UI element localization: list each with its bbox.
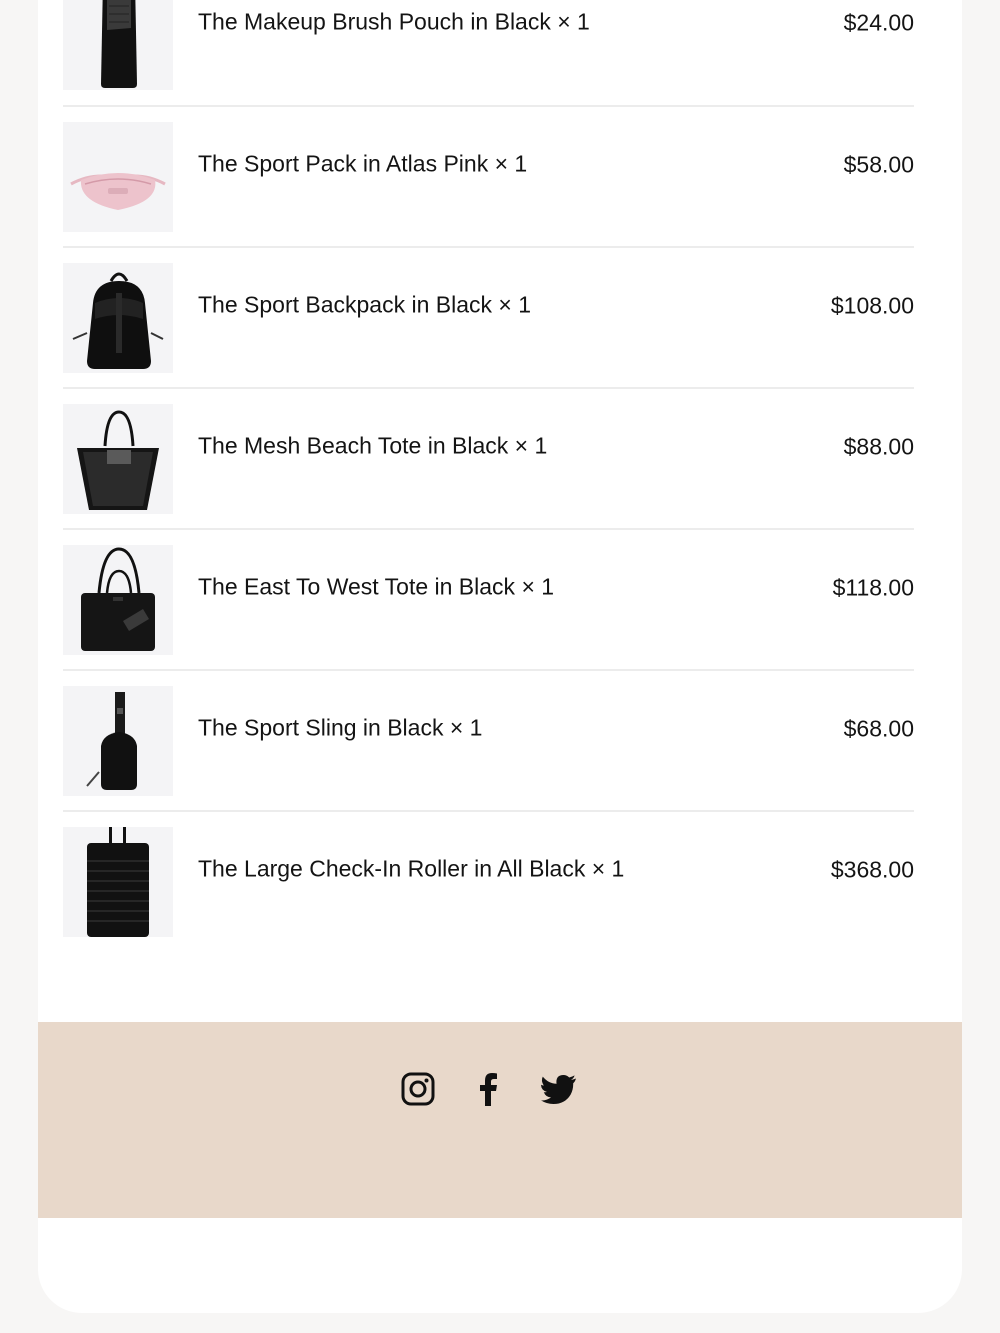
line-item: The Large Check-In Roller in All Black ×…: [63, 827, 914, 968]
divider: [63, 105, 914, 107]
line-item: The Makeup Brush Pouch in Black × 1 $24.…: [63, 0, 914, 121]
product-image[interactable]: [63, 827, 173, 937]
line-item: The Sport Backpack in Black × 1 $108.00: [63, 263, 914, 404]
product-image[interactable]: [63, 404, 173, 514]
line-item: The East To West Tote in Black × 1 $118.…: [63, 545, 914, 686]
east-to-west-tote-image: [81, 547, 155, 651]
instagram-icon[interactable]: [399, 1070, 437, 1108]
large-check-in-roller-image: [87, 827, 149, 937]
item-price: $118.00: [832, 574, 914, 601]
item-price: $88.00: [843, 433, 914, 460]
item-price: $108.00: [830, 292, 914, 319]
makeup-brush-pouch-image: [101, 0, 137, 88]
divider: [63, 669, 914, 671]
item-name: The Large Check-In Roller in All Black ×…: [198, 855, 625, 882]
product-image[interactable]: [63, 263, 173, 373]
sport-sling-image: [86, 692, 137, 790]
item-name: The Mesh Beach Tote in Black × 1: [198, 432, 548, 459]
divider: [63, 387, 914, 389]
line-item: The Sport Pack in Atlas Pink × 1 $58.00: [63, 122, 914, 263]
product-image[interactable]: [63, 0, 173, 90]
sport-pack-pink-image: [70, 173, 166, 210]
item-price: $368.00: [830, 856, 914, 883]
divider: [63, 528, 914, 530]
item-name: The Makeup Brush Pouch in Black × 1: [198, 8, 590, 35]
item-name: The Sport Pack in Atlas Pink × 1: [198, 150, 528, 177]
item-price: $68.00: [843, 715, 914, 742]
item-name: The Sport Backpack in Black × 1: [198, 291, 532, 318]
item-price: $58.00: [843, 151, 914, 178]
divider: [63, 810, 914, 812]
item-name: The East To West Tote in Black × 1: [198, 573, 555, 600]
product-image[interactable]: [63, 686, 173, 796]
line-item: The Mesh Beach Tote in Black × 1 $88.00: [63, 404, 914, 545]
product-image[interactable]: [63, 122, 173, 232]
social-footer: [38, 1022, 962, 1218]
order-summary-card: The Makeup Brush Pouch in Black × 1 $24.…: [38, 0, 962, 1313]
social-links: [398, 1070, 608, 1108]
facebook-icon[interactable]: [470, 1070, 508, 1108]
divider: [63, 246, 914, 248]
item-price: $24.00: [843, 9, 914, 36]
item-name: The Sport Sling in Black × 1: [198, 714, 483, 741]
twitter-icon[interactable]: [540, 1070, 578, 1108]
mesh-beach-tote-image: [77, 410, 159, 510]
product-image[interactable]: [63, 545, 173, 655]
line-item: The Sport Sling in Black × 1 $68.00: [63, 686, 914, 827]
sport-backpack-image: [72, 272, 164, 369]
